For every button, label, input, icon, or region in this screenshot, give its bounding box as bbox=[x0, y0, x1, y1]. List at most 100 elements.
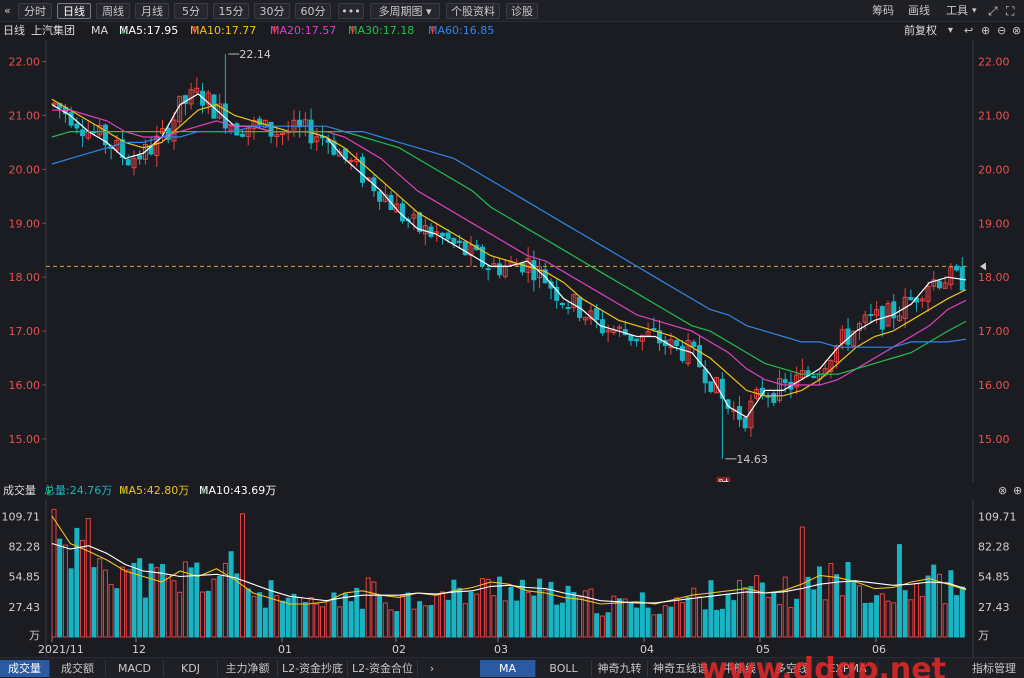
volume-bar bbox=[394, 611, 400, 638]
tab-volume[interactable]: 成交量 bbox=[0, 660, 50, 677]
price-tick-label-right: 17.00 bbox=[978, 325, 1010, 338]
price-tick-label-right: 21.00 bbox=[978, 109, 1010, 122]
volume-bar bbox=[862, 602, 868, 638]
candle-body bbox=[782, 379, 788, 384]
tab-period-fenshi[interactable]: 分时 bbox=[18, 3, 52, 19]
multi-period-dropdown[interactable]: 多周期图 ▾ bbox=[370, 3, 440, 19]
draw-line-button[interactable]: 画线 bbox=[908, 3, 930, 19]
expand-icon[interactable]: ⛶ bbox=[1006, 3, 1014, 19]
price-tick-label-right: 15.00 bbox=[978, 433, 1010, 446]
candle-body bbox=[811, 375, 817, 378]
fuquan-dropdown[interactable]: 前复权 bbox=[904, 22, 937, 40]
candle-body bbox=[125, 159, 131, 166]
tab-period-daily[interactable]: 日线 bbox=[57, 3, 91, 19]
price-tick-label-right: 22.00 bbox=[978, 56, 1010, 69]
volume-bar bbox=[377, 595, 383, 638]
tab-boll[interactable]: BOLL bbox=[536, 660, 592, 677]
candle-body bbox=[959, 266, 965, 291]
volume-bar bbox=[514, 600, 520, 638]
tab-period-30min[interactable]: 30分 bbox=[254, 3, 290, 19]
volume-bar bbox=[531, 595, 537, 638]
volume-tick-label-right: 54.85 bbox=[978, 571, 1010, 584]
volume-bar bbox=[348, 601, 354, 638]
candle-body bbox=[457, 240, 463, 243]
zoom-out-icon[interactable]: ⊖ bbox=[997, 22, 1006, 40]
chips-button[interactable]: 筹码 bbox=[872, 3, 894, 19]
volume-bar bbox=[257, 592, 263, 638]
volume-tick-label-right: 109.71 bbox=[978, 510, 1017, 523]
tab-turnover[interactable]: 成交额 bbox=[50, 660, 106, 677]
tab-nine-turn[interactable]: 神奇九转 bbox=[592, 660, 648, 677]
candle-body bbox=[674, 340, 680, 347]
candle-body bbox=[531, 260, 537, 281]
tab-macd[interactable]: MACD bbox=[106, 660, 164, 677]
indicator-manage-button[interactable]: 指标管理 bbox=[964, 660, 1024, 677]
tab-period-weekly[interactable]: 周线 bbox=[96, 3, 130, 19]
volume-bar bbox=[205, 590, 211, 638]
volume-bar bbox=[234, 573, 240, 638]
volume-bar bbox=[657, 613, 663, 638]
tab-period-monthly[interactable]: 月线 bbox=[135, 3, 169, 19]
tools-dropdown-icon[interactable]: ▾ bbox=[972, 3, 977, 19]
tab-ma[interactable]: MA bbox=[480, 660, 536, 677]
candle-body bbox=[634, 338, 640, 342]
tab-l2-bottom[interactable]: L2-资金抄底 bbox=[278, 660, 348, 677]
volume-tick-label-right: 27.43 bbox=[978, 601, 1010, 614]
more-periods-button[interactable]: ••• bbox=[338, 3, 364, 19]
volume-bar bbox=[457, 587, 463, 638]
stock-info-button[interactable]: 个股资料 bbox=[446, 3, 500, 19]
dropdown-icon[interactable]: ▾ bbox=[948, 22, 953, 40]
date-tick-label: 01 bbox=[278, 643, 292, 656]
undo-icon[interactable]: ↩ bbox=[964, 22, 973, 40]
candle-body bbox=[377, 191, 383, 202]
tab-l2-position[interactable]: L2-资金合位 bbox=[348, 660, 418, 677]
fullscreen-icon[interactable]: ⤢ bbox=[988, 3, 998, 19]
diagnose-button[interactable]: 诊股 bbox=[506, 3, 538, 19]
volume-bar bbox=[771, 592, 777, 638]
candle-body bbox=[594, 307, 600, 320]
volume-bar bbox=[959, 586, 965, 638]
candlestick-chart[interactable]: 22.00 22.00 21.00 21.00 20.00 20.00 19.00 19.00… bbox=[0, 40, 1024, 482]
volume-bar bbox=[811, 589, 817, 638]
watermark: www.ddgp.net bbox=[700, 652, 946, 678]
candle-body bbox=[497, 263, 503, 276]
price-tick-label-left: 16.00 bbox=[9, 379, 41, 392]
price-tick-label-left: 19.00 bbox=[9, 217, 41, 230]
candle-body bbox=[451, 238, 457, 244]
volume-bar bbox=[451, 579, 457, 638]
volume-add-icon[interactable]: ⊕ bbox=[1013, 483, 1022, 499]
volume-bar bbox=[280, 600, 285, 638]
tab-period-15min[interactable]: 15分 bbox=[213, 3, 249, 19]
candle-body bbox=[268, 121, 274, 137]
volume-bar bbox=[816, 566, 822, 638]
volume-bar bbox=[194, 562, 200, 638]
tab-period-5min[interactable]: 5分 bbox=[174, 3, 208, 19]
collapse-icon[interactable]: « bbox=[4, 3, 14, 19]
volume-bar bbox=[91, 567, 97, 638]
volume-bar bbox=[851, 579, 857, 638]
chevron-down-icon: ▾ bbox=[422, 5, 432, 18]
volume-bar bbox=[845, 561, 851, 638]
volume-bar bbox=[634, 607, 640, 638]
zoom-in-icon[interactable]: ⊕ bbox=[981, 22, 990, 40]
date-tick-label: 2021/11 bbox=[38, 643, 84, 656]
volume-bar bbox=[114, 588, 120, 638]
volume-bar bbox=[417, 601, 423, 638]
volume-bar bbox=[291, 593, 297, 638]
candle-body bbox=[399, 203, 405, 222]
volume-tick-label-left: 54.85 bbox=[9, 571, 41, 584]
volume-bar bbox=[68, 568, 74, 638]
low-price-label: 14.63 bbox=[736, 453, 768, 466]
volume-title: 成交量 bbox=[3, 484, 36, 497]
chevron-right-icon[interactable]: › bbox=[422, 660, 442, 677]
volume-close-icon[interactable]: ⊗ bbox=[998, 483, 1007, 499]
close-icon[interactable]: ⊗ bbox=[1012, 22, 1021, 40]
volume-bar bbox=[405, 592, 411, 638]
tab-period-60min[interactable]: 60分 bbox=[295, 3, 331, 19]
tab-main-net[interactable]: 主力净额 bbox=[218, 660, 278, 677]
tab-kdj[interactable]: KDJ bbox=[164, 660, 218, 677]
price-tick-label-left: 21.00 bbox=[9, 109, 41, 122]
tools-button[interactable]: 工具 bbox=[946, 3, 968, 19]
volume-bar bbox=[639, 592, 645, 638]
volume-chart[interactable]: 109.71 109.71 82.28 82.28 54.85 54.85 27.43 27.… bbox=[0, 499, 1024, 657]
